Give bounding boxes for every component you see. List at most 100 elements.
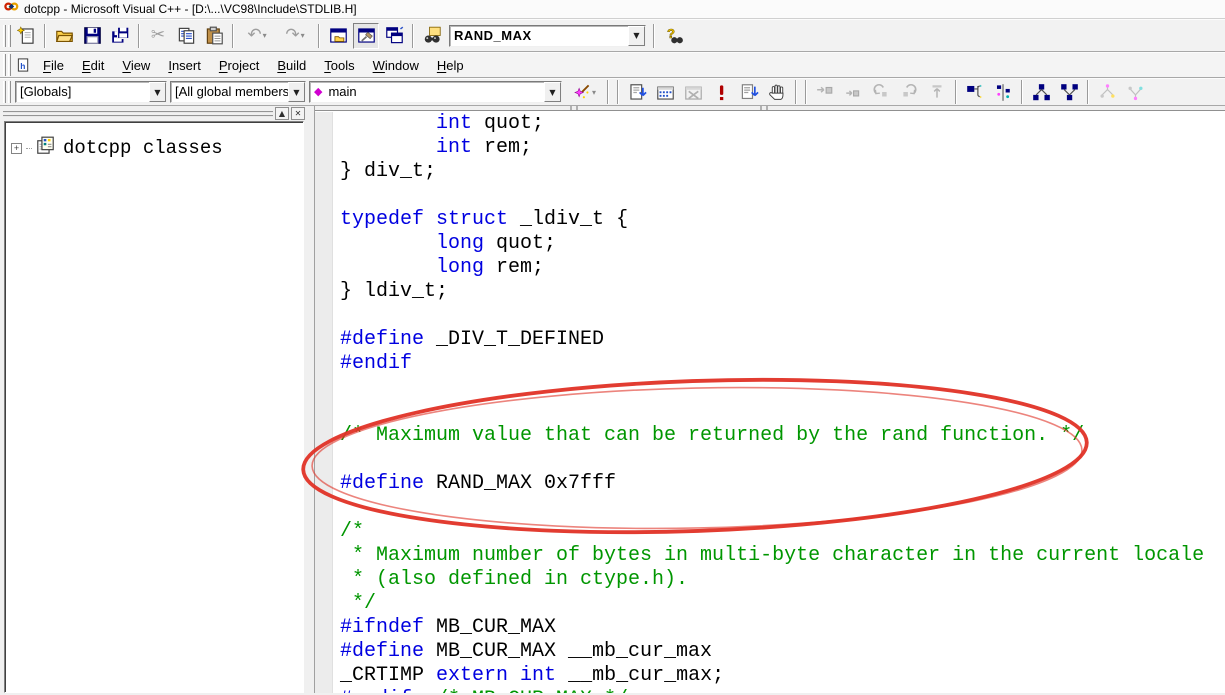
workspace-toggle-button[interactable] [325, 23, 351, 49]
group-separator [1087, 80, 1089, 104]
window-title: dotcpp - Microsoft Visual C++ - [D:\...\… [24, 2, 357, 16]
function-combo-value[interactable]: main [324, 82, 544, 102]
paste-button[interactable] [201, 23, 227, 49]
open-button[interactable] [51, 23, 77, 49]
code-line: * Maximum number of bytes in multi-byte … [340, 544, 1225, 568]
undo-button[interactable]: ↶▾ [239, 23, 275, 49]
run-to-cursor-button[interactable] [896, 79, 922, 105]
client-area: ▲ ✕ + dotcpp classes [0, 106, 1225, 693]
wizard-dropdown-icon[interactable]: ▾ [592, 88, 596, 97]
menu-view[interactable]: View [113, 54, 159, 77]
pane-groove [3, 111, 273, 117]
menu-help[interactable]: Help [428, 54, 473, 77]
classview-tree[interactable]: + dotcpp classes [4, 121, 304, 693]
standard-toolbar: ✂ ↶▾ ↷▾ RAND_MAX ▼ ? [0, 19, 1225, 52]
new-text-file-button[interactable] [13, 23, 39, 49]
menu-edit[interactable]: Edit [73, 54, 113, 77]
find-value[interactable]: RAND_MAX [450, 26, 628, 46]
code-line: #define RAND_MAX 0x7fff [340, 472, 1225, 496]
find-in-files-button[interactable] [419, 23, 445, 49]
find-combobox[interactable]: RAND_MAX ▼ [449, 25, 646, 47]
caller-graph-button[interactable] [1056, 79, 1082, 105]
build-button[interactable] [652, 79, 678, 105]
code-editor[interactable]: int quot; int rem;} div_t; typedef struc… [314, 106, 1225, 693]
workspace-pane-gripper[interactable]: ▲ ✕ [0, 106, 308, 121]
selection-margin[interactable] [315, 112, 333, 693]
class-graph-button[interactable] [962, 79, 988, 105]
execute-program-button[interactable] [708, 79, 734, 105]
function-combobox[interactable]: ◆ main ▼ [309, 81, 562, 103]
gripper-notch [760, 106, 768, 110]
menu-insert[interactable]: Insert [159, 54, 210, 77]
undo-dropdown-icon[interactable]: ▾ [263, 31, 267, 40]
members-combo-dropdown[interactable]: ▼ [288, 82, 305, 102]
group-separator [232, 24, 234, 48]
code-line: /* [340, 520, 1225, 544]
menu-tools[interactable]: Tools [315, 54, 363, 77]
class-members-button[interactable] [990, 79, 1016, 105]
code-line: } ldiv_t; [340, 280, 1225, 304]
group-separator [955, 80, 957, 104]
document-icon[interactable]: h [13, 55, 33, 75]
copy-button[interactable] [173, 23, 199, 49]
menu-project[interactable]: Project [210, 54, 268, 77]
go-button[interactable] [736, 79, 762, 105]
menu-items: FileEditViewInsertProjectBuildToolsWindo… [34, 54, 473, 77]
members-combo-value[interactable]: [All global members] [171, 82, 288, 102]
group-separator [607, 80, 609, 104]
code-line: int quot; [340, 112, 1225, 136]
tree-root-item[interactable]: + dotcpp classes [11, 136, 297, 160]
class-combo-dropdown[interactable]: ▼ [149, 82, 166, 102]
toolbar-gripper[interactable] [3, 25, 6, 47]
group-separator [617, 80, 619, 104]
menu-window[interactable]: Window [364, 54, 428, 77]
find-dropdown-button[interactable]: ▼ [628, 26, 645, 46]
search-button[interactable]: ? [660, 23, 686, 49]
redo-icon: ↷ [285, 27, 299, 44]
tree-root-label[interactable]: dotcpp classes [63, 137, 223, 159]
save-button[interactable] [79, 23, 105, 49]
wizard-actions-button[interactable]: ▾ [566, 79, 602, 105]
window-list-button[interactable] [381, 23, 407, 49]
breakpoint-hand-button[interactable] [764, 79, 790, 105]
code-line: typedef struct _ldiv_t { [340, 208, 1225, 232]
wizard-bar: [Globals] ▼ [All global members] ▼ ◆ mai… [0, 78, 1225, 106]
members-combobox[interactable]: [All global members] ▼ [170, 81, 306, 103]
step-out-button[interactable] [868, 79, 894, 105]
definitions-button[interactable] [1094, 79, 1120, 105]
step-over-button[interactable] [812, 79, 838, 105]
class-combobox[interactable]: [Globals] ▼ [15, 81, 167, 103]
code-line: long quot; [340, 232, 1225, 256]
pane-close-button[interactable]: ✕ [291, 107, 305, 120]
step-into-button[interactable] [840, 79, 866, 105]
group-separator [1021, 80, 1023, 104]
group-separator [44, 24, 46, 48]
references-button[interactable] [1122, 79, 1148, 105]
redo-dropdown-icon[interactable]: ▾ [301, 31, 305, 40]
class-combo-value[interactable]: [Globals] [16, 82, 149, 102]
code-line [340, 496, 1225, 520]
function-combo-dropdown[interactable]: ▼ [544, 82, 561, 102]
code-lines[interactable]: int quot; int rem;} div_t; typedef struc… [340, 112, 1225, 693]
quick-watch-button[interactable] [924, 79, 950, 105]
expand-plus-icon[interactable]: + [11, 143, 22, 154]
redo-button[interactable]: ↷▾ [277, 23, 313, 49]
toolbar-gripper[interactable] [3, 81, 6, 103]
code-line: #define _DIV_T_DEFINED [340, 328, 1225, 352]
stop-build-button[interactable] [680, 79, 706, 105]
toolbar-gripper[interactable] [8, 81, 11, 103]
output-toggle-button[interactable] [353, 23, 379, 49]
save-all-button[interactable] [107, 23, 133, 49]
menu-file[interactable]: File [34, 54, 73, 77]
pane-minimize-button[interactable]: ▲ [275, 107, 289, 120]
cut-button[interactable]: ✂ [145, 23, 171, 49]
group-separator [653, 24, 655, 48]
editor-top-gripper[interactable] [315, 106, 1225, 111]
toolbar-gripper[interactable] [3, 54, 6, 76]
toolbar-gripper[interactable] [8, 54, 11, 76]
menu-build[interactable]: Build [268, 54, 315, 77]
compile-button[interactable] [624, 79, 650, 105]
call-graph-button[interactable] [1028, 79, 1054, 105]
toolbar-gripper[interactable] [8, 25, 11, 47]
title-bar: dotcpp - Microsoft Visual C++ - [D:\...\… [0, 0, 1225, 19]
